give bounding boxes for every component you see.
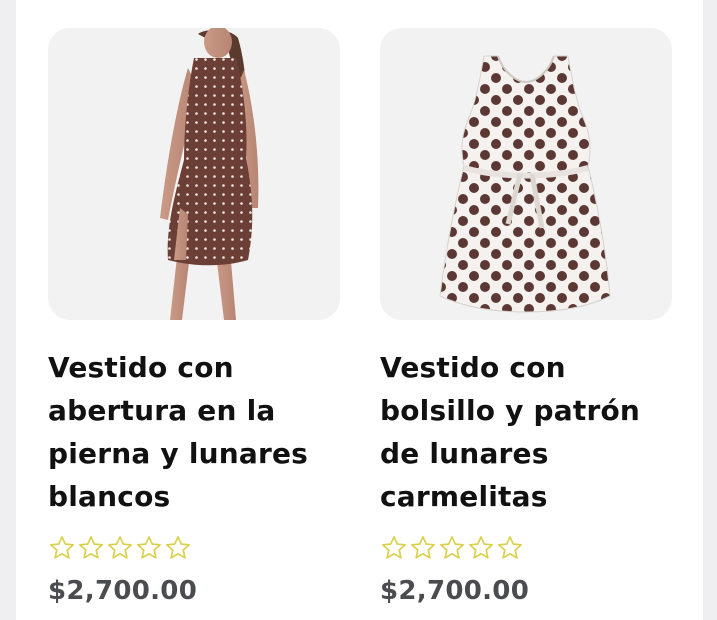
product-price: $2,700.00: [48, 576, 198, 606]
star-outline-icon: [166, 536, 190, 559]
star-outline-icon: [137, 536, 161, 559]
product-card: Vestido con bolsillo y patrón de lunares…: [380, 28, 672, 606]
product-title-line: blancos: [48, 480, 171, 513]
product-image: [380, 28, 672, 320]
star-outline-icon: [411, 536, 435, 559]
product-title-line: de lunares: [380, 437, 549, 470]
product-title[interactable]: Vestido con bolsillo y patrón de lunares…: [380, 346, 672, 518]
star-rating: [380, 534, 672, 564]
product-card: Vestido con abertura en la pierna y luna…: [48, 28, 340, 606]
product-title-line: Vestido con: [380, 351, 566, 384]
star-outline-icon: [50, 536, 74, 559]
star-outline-icon: [440, 536, 464, 559]
star-outline-icon: [469, 536, 493, 559]
product-grid: Vestido con abertura en la pierna y luna…: [16, 0, 703, 620]
product-title-line: Vestido con: [48, 351, 234, 384]
star-outline-icon: [79, 536, 103, 559]
star-outline-icon: [108, 536, 132, 559]
product-image-link[interactable]: [48, 28, 340, 320]
product-image: [48, 28, 340, 320]
product-title-line: abertura en la: [48, 394, 276, 427]
product-image-link[interactable]: [380, 28, 672, 320]
star-outline-icon: [382, 536, 406, 559]
product-price: $2,700.00: [380, 576, 530, 606]
product-title-line: pierna y lunares: [48, 437, 309, 470]
product-title[interactable]: Vestido con abertura en la pierna y luna…: [48, 346, 340, 518]
star-rating: [48, 534, 340, 564]
product-title-line: carmelitas: [380, 480, 548, 513]
product-title-line: bolsillo y patrón: [380, 394, 641, 427]
star-outline-icon: [498, 536, 522, 559]
